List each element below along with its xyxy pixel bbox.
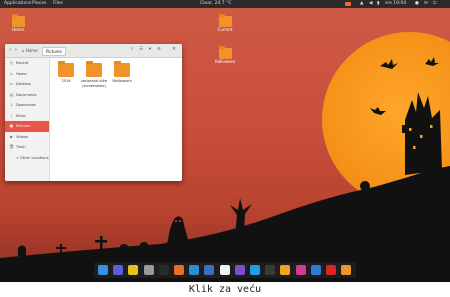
sidebar-item-music[interactable]: ♪ Music: [5, 111, 49, 122]
folder-icon: [86, 61, 102, 77]
mail-indicator-icon[interactable]: ✉: [424, 0, 428, 8]
youtube-icon[interactable]: [326, 265, 336, 275]
file-item[interactable]: zaslonske slike (screenshots): [81, 61, 107, 88]
top-panel: Applications Places Files Clear, 24.7 °C…: [0, 0, 450, 8]
menu-icon[interactable]: ≡: [156, 47, 162, 53]
indicator-icon[interactable]: [345, 2, 351, 6]
places-sidebar: ◷ Recent ⌂ Home ▭ Desktop ▤ Documents ↓ Downl…: [5, 58, 50, 181]
desktop-icon-label: Home: [12, 27, 24, 32]
file-item[interactable]: Wallpapers: [109, 61, 135, 84]
breadcrumb-home[interactable]: ⌂ Home: [22, 47, 38, 54]
music-icon: ♪: [10, 112, 13, 118]
clock[interactable]: sre 19:04: [385, 0, 406, 8]
folder-icon: [218, 14, 232, 27]
skype-icon[interactable]: [250, 265, 260, 275]
sidebar-item-trash[interactable]: 🗑 Trash: [5, 142, 49, 153]
folder-icon: [114, 61, 130, 77]
desktop-icon-home[interactable]: Home: [6, 14, 30, 32]
file-item-label: zaslonske slike (screenshots): [81, 79, 107, 88]
sidebar-item-home[interactable]: ⌂ Home: [5, 69, 49, 80]
video-icon: ▶: [9, 133, 14, 139]
file-item-label: 2016: [61, 79, 71, 83]
view-options-icon[interactable]: ▾: [147, 47, 153, 53]
sidebar-item-pictures[interactable]: ▣ Pictures: [5, 121, 49, 132]
home-icon: ⌂: [10, 70, 13, 76]
files-menu[interactable]: Files: [53, 0, 63, 8]
breadcrumb-current[interactable]: Pictures: [42, 47, 66, 56]
sidebar-item-label: Recent: [16, 61, 29, 65]
places-menu[interactable]: Places: [32, 0, 46, 8]
download-icon: ↓: [9, 102, 14, 107]
sidebar-item-desktop[interactable]: ▭ Desktop: [5, 79, 49, 90]
sidebar-item-label: Music: [16, 113, 27, 118]
applications-menu[interactable]: Applications: [4, 0, 32, 8]
weather-indicator[interactable]: Clear, 24.7 °C: [200, 0, 231, 8]
clipboard-icon[interactable]: [219, 265, 230, 275]
volume-icon[interactable]: ◀: [369, 0, 372, 8]
folder-icon: [218, 46, 232, 59]
sidebar-item-label: Desktop: [16, 82, 31, 86]
picture-icon: ▣: [9, 123, 14, 128]
file-manager-window: ‹ › ⌂ Home Pictures ⌕ ☰ ▾ ≡ ✕ ◷ Recent ⌂ H…: [5, 44, 182, 181]
view-list-icon[interactable]: ☰: [138, 47, 144, 53]
battery-icon[interactable]: ▮: [377, 0, 379, 8]
back-icon[interactable]: ‹: [9, 47, 11, 53]
mail-icon[interactable]: [204, 265, 215, 275]
sidebar-item-label: Documents: [16, 92, 37, 97]
music-icon[interactable]: [265, 265, 276, 275]
sidebar-item-label: Pictures: [16, 124, 31, 128]
power-icon[interactable]: ⏻: [433, 0, 437, 8]
sidebar-item-label: Videos: [16, 134, 28, 139]
desktop-icon-current[interactable]: Current: [213, 14, 237, 32]
sidebar-item-label: Home: [16, 71, 27, 76]
network-icon[interactable]: ▲: [360, 0, 363, 8]
caption: Klik za veću: [0, 282, 450, 297]
breadcrumb-home-label: Home: [25, 48, 38, 53]
photos-icon[interactable]: [310, 265, 321, 275]
desktop-icon-label: Halloween: [214, 59, 236, 64]
folder-icon: [58, 61, 74, 77]
media-player-icon[interactable]: [295, 265, 306, 275]
forward-icon[interactable]: ›: [15, 47, 17, 53]
disk-icon[interactable]: [280, 265, 291, 275]
clock-icon: ◷: [9, 60, 14, 65]
settings-icon[interactable]: [113, 265, 124, 275]
folder-icon[interactable]: [341, 265, 352, 275]
sidebar-item-recent[interactable]: ◷ Recent: [5, 58, 49, 69]
sidebar-item-documents[interactable]: ▤ Documents: [5, 90, 49, 101]
sidebar-item-downloads[interactable]: ↓ Downloads: [5, 100, 49, 111]
viber-icon[interactable]: [234, 265, 245, 275]
window-headerbar: ‹ › ⌂ Home Pictures ⌕ ☰ ▾ ≡ ✕: [5, 44, 182, 58]
desktop-icon: ▭: [9, 81, 14, 86]
package-icon[interactable]: [143, 265, 154, 275]
file-item[interactable]: 2016: [53, 61, 79, 84]
desktop-icon-label: Current: [217, 27, 233, 32]
home-folder-icon: [11, 14, 25, 27]
sidebar-item-label: Downloads: [16, 103, 36, 107]
file-item-label: Wallpapers: [112, 79, 132, 83]
document-icon: ▤: [9, 91, 14, 97]
trash-icon: 🗑: [9, 144, 15, 149]
software-icon[interactable]: [128, 265, 139, 275]
files-icon[interactable]: [98, 265, 108, 275]
sidebar-item-label: + Other Locations: [16, 155, 49, 160]
desktop-screen: Applications Places Files Clear, 24.7 °C…: [0, 0, 450, 282]
terminal-icon[interactable]: [158, 265, 169, 275]
slideshow-icon[interactable]: [174, 265, 184, 275]
dock: [94, 262, 356, 278]
close-icon[interactable]: ✕: [171, 47, 177, 53]
sidebar-item-videos[interactable]: ▶ Videos: [5, 132, 49, 143]
user-icon[interactable]: ●: [415, 0, 419, 8]
firefox-icon[interactable]: [189, 265, 200, 275]
desktop-icon-halloween[interactable]: Halloween: [213, 46, 237, 64]
sidebar-item-label: Trash: [16, 145, 26, 149]
sidebar-item-other-locations[interactable]: + Other Locations: [5, 153, 49, 164]
file-view: 2016 zaslonske slike (screenshots) Wallp…: [50, 58, 182, 181]
search-icon[interactable]: ⌕: [129, 47, 135, 53]
home-icon: ⌂: [22, 48, 25, 53]
